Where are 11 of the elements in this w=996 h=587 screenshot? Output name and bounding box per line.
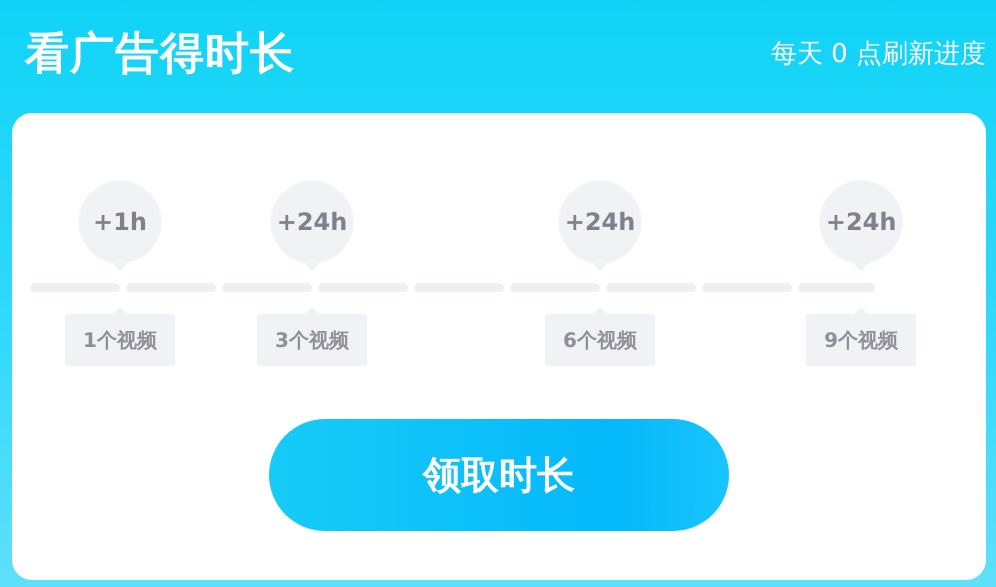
claim-button[interactable]: 领取时长 <box>269 419 729 531</box>
requirement-tag: 3个视频 <box>257 307 367 366</box>
refresh-note: 每天 0 点刷新进度 <box>770 38 986 71</box>
requirement-tag: 6个视频 <box>545 307 655 366</box>
reward-bubble: +24h <box>270 180 354 271</box>
reward-bubble: +24h <box>819 180 904 271</box>
reward-bubble: +24h <box>558 180 642 271</box>
requirement-tag: 1个视频 <box>65 307 175 366</box>
reward-bubble: +1h <box>78 180 162 271</box>
panel-title: 看广告得时长 <box>25 27 295 81</box>
requirement-tag: 9个视频 <box>806 307 916 366</box>
